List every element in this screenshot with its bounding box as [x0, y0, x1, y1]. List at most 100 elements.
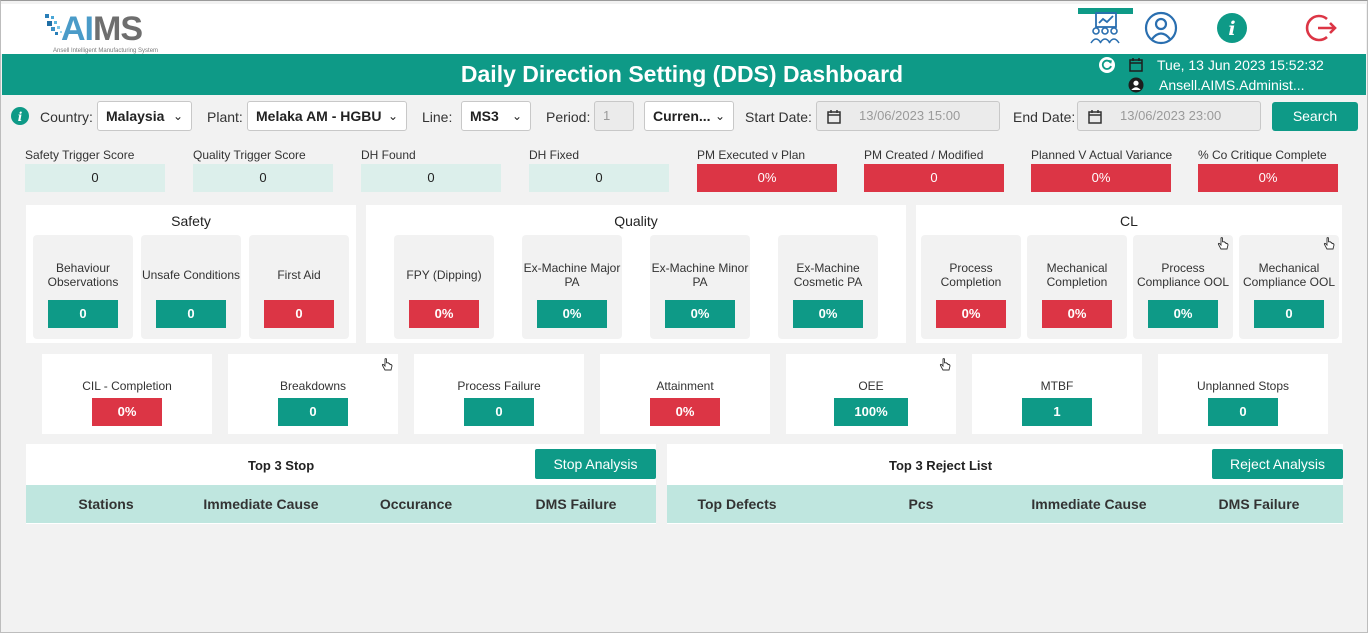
score-dh-fixed: DH Fixed 0 — [529, 148, 669, 192]
card-value: 0% — [936, 300, 1006, 328]
card-value: 0% — [1042, 300, 1112, 328]
end-date-value: 13/06/2023 23:00 — [1120, 108, 1222, 123]
kpi-value: 0% — [92, 398, 162, 426]
refresh-icon[interactable] — [1098, 56, 1116, 74]
filter-info-icon[interactable]: i — [11, 107, 29, 125]
card-mechanical-compliance-ool[interactable]: Mechanical Compliance OOL 0 — [1239, 235, 1339, 339]
stop-analysis-button[interactable]: Stop Analysis — [535, 449, 656, 479]
line-label: Line: — [422, 109, 453, 125]
current-datetime: Tue, 13 Jun 2023 15:52:32 — [1157, 57, 1324, 73]
score-value: 0% — [1198, 164, 1338, 192]
score-label: PM Executed v Plan — [697, 148, 806, 162]
kpi-label: OEE — [858, 379, 884, 393]
kpi-process-failure[interactable]: Process Failure 0 — [414, 354, 584, 434]
start-date-input[interactable]: 13/06/2023 15:00 — [816, 101, 1000, 131]
card-process-compliance-ool[interactable]: Process Compliance OOL 0% — [1133, 235, 1233, 339]
card-label: Unsafe Conditions — [141, 268, 241, 282]
kpi-unplanned-stops[interactable]: Unplanned Stops 0 — [1158, 354, 1328, 434]
card-value: 0 — [1254, 300, 1324, 328]
card-value: 0% — [665, 300, 735, 328]
kpi-value: 0% — [650, 398, 720, 426]
svg-text:i: i — [18, 110, 23, 124]
score-quality-trigger: Quality Trigger Score 0 — [193, 148, 333, 192]
column-header[interactable]: Stations — [46, 485, 166, 523]
kpi-cil-completion[interactable]: CIL - Completion 0% — [42, 354, 212, 434]
score-value: 0 — [529, 164, 669, 192]
pointer-hand-icon[interactable] — [380, 358, 394, 372]
top-reject-table: Top 3 Reject List Reject Analysis Top De… — [667, 444, 1343, 524]
plant-select[interactable]: Melaka AM - HGBU ⌄ — [247, 101, 407, 131]
current-select[interactable]: Curren... ⌄ — [644, 101, 734, 131]
card-behaviour-observations[interactable]: Behaviour Observations 0 — [33, 235, 133, 339]
card-value: 0 — [264, 300, 334, 328]
score-co-critique: % Co Critique Complete 0% — [1198, 148, 1338, 192]
score-value: 0 — [864, 164, 1004, 192]
score-label: Safety Trigger Score — [25, 148, 135, 162]
logo-wordmark: AIMS — [61, 10, 143, 49]
end-date-label: End Date: — [1013, 109, 1076, 125]
kpi-attainment[interactable]: Attainment 0% — [600, 354, 770, 434]
card-value: 0 — [48, 300, 118, 328]
search-button[interactable]: Search — [1272, 102, 1358, 131]
card-label: Mechanical Completion — [1046, 261, 1108, 289]
period-label: Period: — [546, 109, 591, 125]
score-label: DH Found — [361, 148, 416, 162]
pointer-hand-icon[interactable] — [1216, 237, 1230, 251]
user-name: Ansell.AIMS.Administ... — [1159, 77, 1305, 93]
card-fpy-dipping[interactable]: FPY (Dipping) 0% — [394, 235, 494, 339]
card-ex-machine-major[interactable]: Ex-Machine Major PA 0% — [522, 235, 622, 339]
column-header[interactable]: DMS Failure — [1199, 485, 1319, 523]
logout-icon[interactable] — [1302, 8, 1342, 48]
table-title: Top 3 Reject List — [889, 458, 993, 473]
score-label: DH Fixed — [529, 148, 580, 162]
datetime-row: Tue, 13 Jun 2023 15:52:32 — [1098, 56, 1324, 74]
reject-analysis-button[interactable]: Reject Analysis — [1212, 449, 1343, 479]
card-label: First Aid — [277, 268, 321, 282]
svg-text:i: i — [1228, 18, 1235, 40]
pointer-hand-icon[interactable] — [1322, 237, 1336, 251]
card-value: 0 — [156, 300, 226, 328]
column-header[interactable]: Immediate Cause — [1024, 485, 1154, 523]
kpi-label: CIL - Completion — [82, 379, 172, 393]
panel-title: Quality — [614, 213, 658, 229]
column-header[interactable]: Pcs — [881, 485, 961, 523]
logo-ms: MS — [93, 10, 143, 48]
start-date-value: 13/06/2023 15:00 — [859, 108, 961, 123]
card-unsafe-conditions[interactable]: Unsafe Conditions 0 — [141, 235, 241, 339]
score-value: 0 — [193, 164, 333, 192]
kpi-oee[interactable]: OEE 100% — [786, 354, 956, 434]
country-value: Malaysia — [106, 108, 165, 124]
end-date-input[interactable]: 13/06/2023 23:00 — [1077, 101, 1261, 131]
card-first-aid[interactable]: First Aid 0 — [249, 235, 349, 339]
line-select[interactable]: MS3 ⌄ — [461, 101, 531, 131]
aims-logo[interactable]: AIMS Ansell Intelligent Manufacturing Sy… — [43, 10, 168, 56]
card-process-completion[interactable]: Process Completion 0% — [921, 235, 1021, 339]
card-value: 0% — [537, 300, 607, 328]
line-value: MS3 — [470, 108, 499, 124]
kpi-label: Unplanned Stops — [1196, 379, 1290, 393]
score-value: 0% — [1031, 164, 1171, 192]
column-header[interactable]: Immediate Cause — [196, 485, 326, 523]
kpi-label: Breakdowns — [279, 379, 347, 393]
calendar-icon — [1129, 58, 1143, 72]
kpi-breakdowns[interactable]: Breakdowns 0 — [228, 354, 398, 434]
column-header[interactable]: Occurance — [356, 485, 476, 523]
user-profile-icon[interactable] — [1141, 8, 1181, 48]
card-mechanical-completion[interactable]: Mechanical Completion 0% — [1027, 235, 1127, 339]
calendar-icon[interactable] — [1087, 109, 1103, 125]
kpi-value: 100% — [834, 398, 908, 426]
card-ex-machine-cosmetic[interactable]: Ex-Machine Cosmetic PA 0% — [778, 235, 878, 339]
card-label: Mechanical Compliance OOL — [1242, 261, 1336, 289]
plant-label: Plant: — [207, 109, 243, 125]
period-input[interactable]: 1 — [594, 101, 634, 131]
pointer-hand-icon[interactable] — [938, 358, 952, 372]
chevron-down-icon: ⌄ — [172, 109, 183, 123]
kpi-mtbf[interactable]: MTBF 1 — [972, 354, 1142, 434]
dashboard-team-icon[interactable] — [1085, 8, 1125, 48]
column-header[interactable]: Top Defects — [687, 485, 787, 523]
info-icon[interactable]: i — [1212, 8, 1252, 48]
card-ex-machine-minor[interactable]: Ex-Machine Minor PA 0% — [650, 235, 750, 339]
country-select[interactable]: Malaysia ⌄ — [97, 101, 192, 131]
column-header[interactable]: DMS Failure — [516, 485, 636, 523]
calendar-icon[interactable] — [826, 109, 842, 125]
